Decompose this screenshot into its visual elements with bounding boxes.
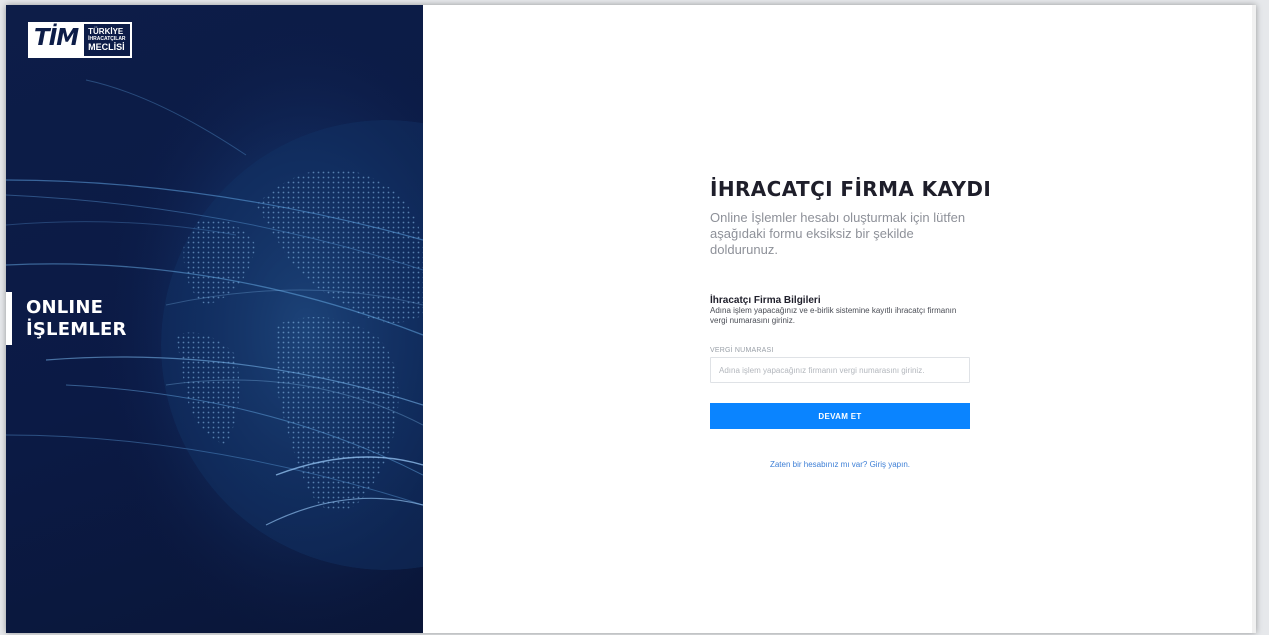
hero-panel: TİM TÜRKİYE İHRACATÇILAR MECLİSİ ONLINE … xyxy=(6,5,423,633)
tim-logo[interactable]: TİM TÜRKİYE İHRACATÇILAR MECLİSİ xyxy=(28,22,132,58)
registration-form: İHRACATÇI FİRMA KAYDI Online İşlemler he… xyxy=(710,177,992,469)
logo-line-3: MECLİSİ xyxy=(88,42,125,52)
section-title: İhracatçı Firma Bilgileri xyxy=(710,295,821,306)
page-edge xyxy=(1252,5,1256,633)
continue-button[interactable]: DEVAM ET xyxy=(710,403,970,429)
tax-number-input[interactable] xyxy=(710,357,970,383)
section-description: Adına işlem yapacağınız ve e-birlik sist… xyxy=(710,306,957,325)
logo-line-1: TÜRKİYE xyxy=(88,27,124,36)
page-subtitle: Online İşlemler hesabı oluşturmak için l… xyxy=(710,210,966,257)
login-link[interactable]: Zaten bir hesabınız mı var? Giriş yapın. xyxy=(710,460,970,469)
hero-title-line-1: ONLINE xyxy=(26,297,104,318)
app-window: TİM TÜRKİYE İHRACATÇILAR MECLİSİ ONLINE … xyxy=(6,5,1256,633)
tax-number-label: VERGİ NUMARASI xyxy=(710,347,774,354)
logo-text: TÜRKİYE İHRACATÇILAR MECLİSİ xyxy=(84,24,129,56)
hero-accent-bar xyxy=(6,292,12,345)
hero-title-line-2: İŞLEMLER xyxy=(26,319,127,340)
hero-title: ONLINE İŞLEMLER xyxy=(26,297,127,341)
page-title: İHRACATÇI FİRMA KAYDI xyxy=(710,177,992,201)
logo-mark: TİM xyxy=(30,24,85,56)
